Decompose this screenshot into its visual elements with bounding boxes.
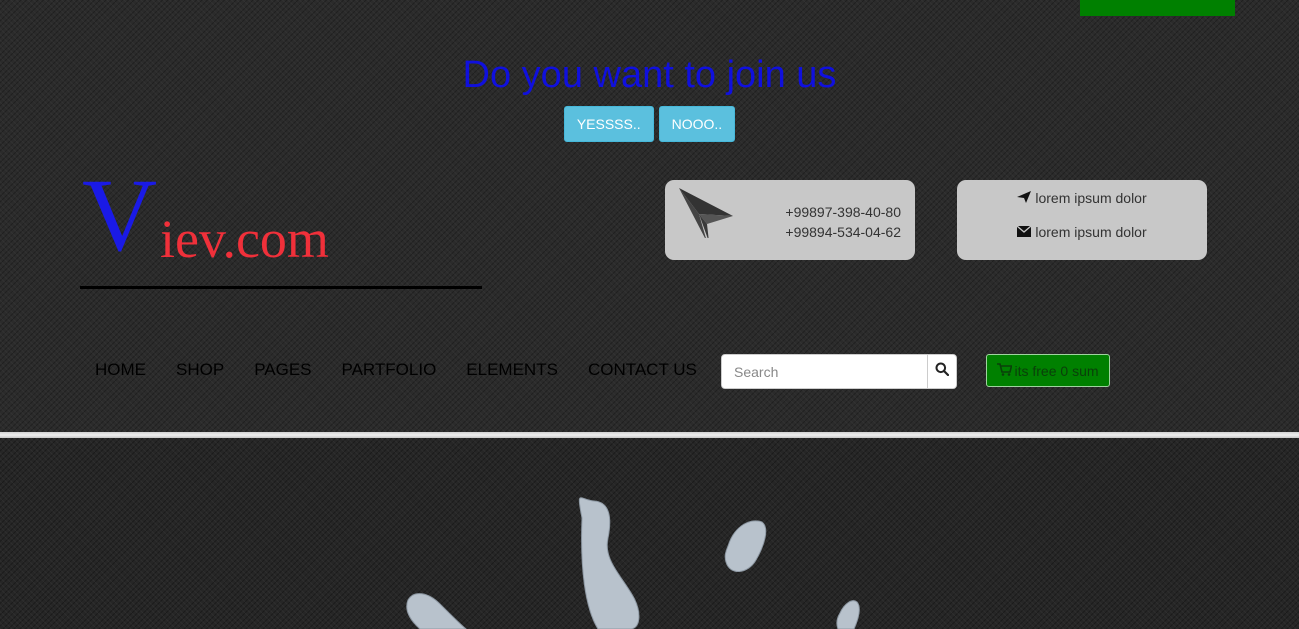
- contact-line: lorem ipsum dolor: [957, 224, 1207, 240]
- phone-number[interactable]: +99894-534-04-62: [785, 222, 901, 242]
- search-button[interactable]: [927, 355, 956, 388]
- cart-icon: [997, 362, 1014, 379]
- logo-first-letter: V: [82, 158, 158, 273]
- yes-button[interactable]: YESSSS..: [563, 106, 654, 142]
- send-icon: [1017, 190, 1032, 206]
- email-contact-box: lorem ipsum dolor lorem ipsum dolor: [957, 180, 1207, 260]
- splash-illustration: [406, 497, 860, 629]
- top-green-bar: [1080, 0, 1235, 16]
- search-bar: [721, 354, 957, 389]
- contact-line-text: lorem ipsum dolor: [1035, 224, 1147, 240]
- main-nav: HOME SHOP PAGES PARTFOLIO ELEMENTS CONTA…: [80, 360, 712, 380]
- nav-item-pages[interactable]: PAGES: [239, 360, 326, 380]
- nav-item-elements[interactable]: ELEMENTS: [451, 360, 573, 380]
- contact-line-text: lorem ipsum dolor: [1035, 190, 1147, 206]
- nav-item-contact-us[interactable]: CONTACT US: [573, 360, 712, 380]
- nav-item-portfolio[interactable]: PARTFOLIO: [327, 360, 452, 380]
- no-button[interactable]: NOOO..: [658, 106, 736, 142]
- nav-item-shop[interactable]: SHOP: [161, 360, 239, 380]
- phone-numbers: +99897-398-40-80 +99894-534-04-62: [785, 202, 901, 242]
- site-logo[interactable]: V iev.com: [80, 164, 482, 289]
- nav-item-home[interactable]: HOME: [80, 360, 161, 380]
- logo-text: iev.com: [160, 209, 329, 269]
- envelope-icon: [1016, 224, 1032, 240]
- cart-button[interactable]: its free 0 sum: [986, 354, 1110, 387]
- phone-number[interactable]: +99897-398-40-80: [785, 202, 901, 222]
- phone-contact-box: +99897-398-40-80 +99894-534-04-62: [665, 180, 915, 260]
- join-buttons: YESSSS.. NOOO..: [0, 106, 1299, 142]
- paper-plane-icon: [677, 186, 735, 243]
- join-title: Do you want to join us: [462, 54, 837, 96]
- hero-banner: [0, 438, 1299, 629]
- search-icon: [935, 362, 950, 381]
- cart-label: its free 0 sum: [1014, 362, 1099, 379]
- contact-line: lorem ipsum dolor: [957, 190, 1207, 206]
- search-input[interactable]: [722, 355, 927, 388]
